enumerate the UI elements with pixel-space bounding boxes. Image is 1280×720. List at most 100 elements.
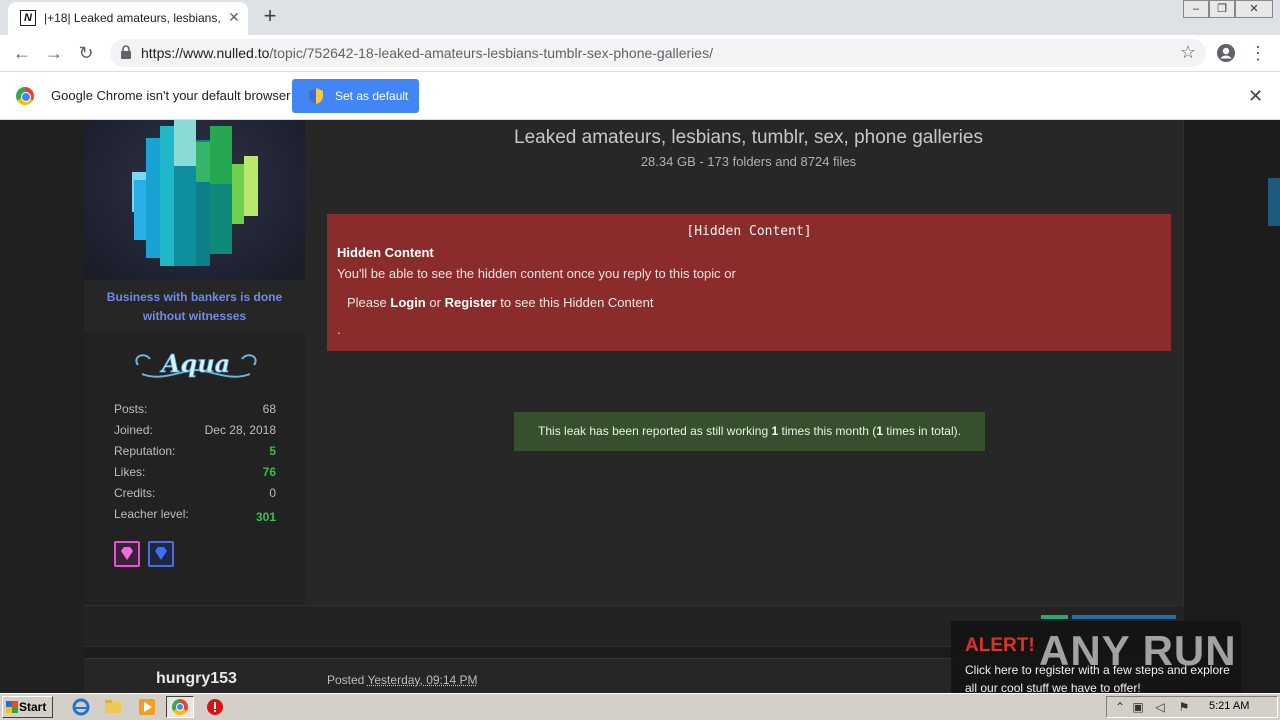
set-as-default-button[interactable]: Set as default — [292, 79, 419, 113]
file-explorer-icon[interactable] — [104, 698, 122, 716]
stop-icon[interactable] — [206, 698, 224, 716]
user-stat-value: 301 — [255, 510, 276, 524]
window-close-button[interactable]: ✕ — [1235, 0, 1273, 18]
minimize-button[interactable]: – — [1183, 0, 1209, 18]
user-stat-value: 0 — [269, 486, 276, 500]
quote-button[interactable] — [1072, 615, 1176, 619]
user-stat-label: Credits: — [114, 486, 156, 500]
url-path: /topic/752642-18-leaked-amateurs-lesbian… — [269, 45, 713, 61]
post-subtitle: 28.34 GB - 173 folders and 8724 files — [640, 154, 857, 169]
tab-title: |+18| Leaked amateurs, lesbians, tumblr — [44, 11, 220, 25]
action-center-flag-icon[interactable]: ⚑ — [1177, 700, 1191, 714]
volume-icon[interactable]: ◁ — [1153, 700, 1167, 714]
infobar-message: Google Chrome isn't your default browser — [51, 88, 291, 103]
tab-active[interactable]: N |+18| Leaked amateurs, lesbians, tumbl… — [8, 2, 248, 35]
side-tab-handle[interactable] — [1268, 178, 1280, 226]
reload-icon[interactable]: ↻ — [74, 41, 98, 65]
site-favicon-icon: N — [20, 10, 36, 26]
user-stat-label: Leacher level: — [114, 507, 189, 521]
alert-title: ALERT! — [965, 635, 1035, 656]
user-stat-row: Credits: 0 — [114, 486, 276, 500]
hidden-content-box: [Hidden Content] Hidden Content You'll b… — [327, 214, 1171, 351]
system-tray: ⌃ ▣ ◁ ⚑ 5:21 AM — [1106, 696, 1278, 718]
diamond-badge-pink-icon[interactable] — [114, 541, 140, 567]
report-post: times in total). — [886, 424, 961, 438]
post-title: Leaked amateurs, lesbians, tumblr, sex, … — [514, 127, 983, 148]
rank-logo-text: Aqua — [160, 349, 230, 378]
forum-post: Business with bankers is done without wi… — [84, 120, 1184, 605]
hidden-dot: . — [337, 322, 341, 337]
like-button[interactable] — [1041, 615, 1068, 619]
page-viewport: Business with bankers is done without wi… — [0, 120, 1280, 693]
windows-logo-icon — [6, 701, 18, 713]
page-left-margin — [0, 120, 84, 693]
user-tagline: Business with bankers is done without wi… — [84, 280, 305, 332]
report-count-month: 1 — [771, 424, 779, 438]
user-stat-value: 5 — [269, 444, 276, 458]
url-text: https://www.nulled.to/topic/752642-18-le… — [141, 45, 713, 61]
set-as-default-label: Set as default — [335, 89, 409, 103]
internet-explorer-icon[interactable] — [72, 698, 90, 716]
login-register-line: Please Login or Register to see this Hid… — [347, 295, 653, 310]
next-post-date: Posted Yesterday, 09:14 PM — [327, 673, 478, 687]
lock-icon — [121, 45, 131, 59]
report-count-total: 1 — [876, 424, 883, 438]
profile-icon[interactable] — [1216, 43, 1236, 63]
alert-message: Click here to register with a few steps … — [965, 663, 1230, 693]
login-link[interactable]: Login — [390, 295, 425, 310]
shield-icon — [309, 88, 323, 104]
bookmark-star-icon[interactable]: ☆ — [1180, 42, 1196, 63]
start-button[interactable]: Start — [2, 696, 53, 718]
chrome-icon — [172, 699, 188, 715]
user-stat-row: Likes: 76 — [114, 465, 276, 479]
browser-toolbar: ← → ↻ https://www.nulled.to/topic/752642… — [0, 35, 1280, 71]
hidden-content-notice: You'll be able to see the hidden content… — [337, 266, 736, 281]
posted-time: Yesterday, 09:14 PM — [367, 673, 478, 687]
forward-arrow-icon[interactable]: → — [42, 41, 66, 65]
user-stat-row: Reputation: 5 — [114, 444, 276, 458]
please-text: Please — [347, 295, 387, 310]
url-host: https://www.nulled.to — [141, 45, 270, 61]
user-stat-label: Reputation: — [114, 444, 176, 458]
chrome-taskbar-button[interactable] — [166, 696, 194, 718]
default-browser-infobar: Google Chrome isn't your default browser… — [0, 71, 1280, 120]
register-link[interactable]: Register — [445, 295, 497, 310]
to-see-text: to see this Hidden Content — [500, 295, 654, 310]
infobar-close-icon[interactable]: ✕ — [1248, 86, 1263, 107]
tray-expand-icon[interactable]: ⌃ — [1113, 700, 1127, 714]
user-stat-row: Posts: 68 — [114, 402, 276, 416]
user-stat-label: Joined: — [114, 423, 153, 437]
user-avatar — [84, 120, 305, 280]
user-stat-row: Leacher level: 301 — [114, 507, 276, 524]
user-stat-row: Joined: Dec 28, 2018 — [114, 423, 276, 437]
back-arrow-icon[interactable]: ← — [10, 41, 34, 65]
next-post-username[interactable]: hungry153 — [84, 670, 309, 688]
user-stat-value: 76 — [262, 465, 276, 479]
tab-strip: N |+18| Leaked amateurs, lesbians, tumbl… — [0, 0, 1280, 35]
new-tab-button[interactable]: + — [258, 4, 282, 28]
chrome-logo-icon — [16, 87, 34, 105]
start-label: Start — [19, 700, 47, 714]
leak-report-banner: This leak has been reported as still wor… — [514, 412, 985, 451]
rank-logo: Aqua — [135, 349, 257, 378]
menu-kebab-icon[interactable]: ⋮ — [1246, 41, 1270, 65]
address-bar[interactable]: https://www.nulled.to/topic/752642-18-le… — [110, 39, 1206, 67]
hidden-content-tag: [Hidden Content] — [686, 224, 812, 239]
user-stat-value: 68 — [262, 402, 276, 416]
tab-close-icon[interactable]: ✕ — [226, 9, 242, 25]
network-icon[interactable]: ▣ — [1131, 700, 1145, 714]
register-alert-popup[interactable]: ANY RUN ALERT! Click here to register wi… — [951, 621, 1241, 693]
diamond-badge-blue-icon[interactable] — [148, 541, 174, 567]
user-stat-label: Likes: — [114, 465, 146, 479]
user-stat-label: Posts: — [114, 402, 148, 416]
media-player-icon[interactable] — [138, 698, 156, 716]
report-pre: This leak has been reported as still wor… — [538, 424, 769, 438]
post-content: Leaked amateurs, lesbians, tumblr, sex, … — [305, 120, 1184, 605]
user-info-pane: Business with bankers is done without wi… — [84, 120, 305, 605]
hidden-content-heading: Hidden Content — [337, 245, 434, 260]
user-stat-value: Dec 28, 2018 — [204, 423, 276, 437]
restore-button[interactable]: ❐ — [1209, 0, 1235, 18]
posted-label: Posted — [327, 673, 365, 687]
report-mid: times this month ( — [781, 424, 877, 438]
windows-taskbar: Start ⌃ ▣ ◁ ⚑ 5:21 AM — [0, 693, 1280, 720]
